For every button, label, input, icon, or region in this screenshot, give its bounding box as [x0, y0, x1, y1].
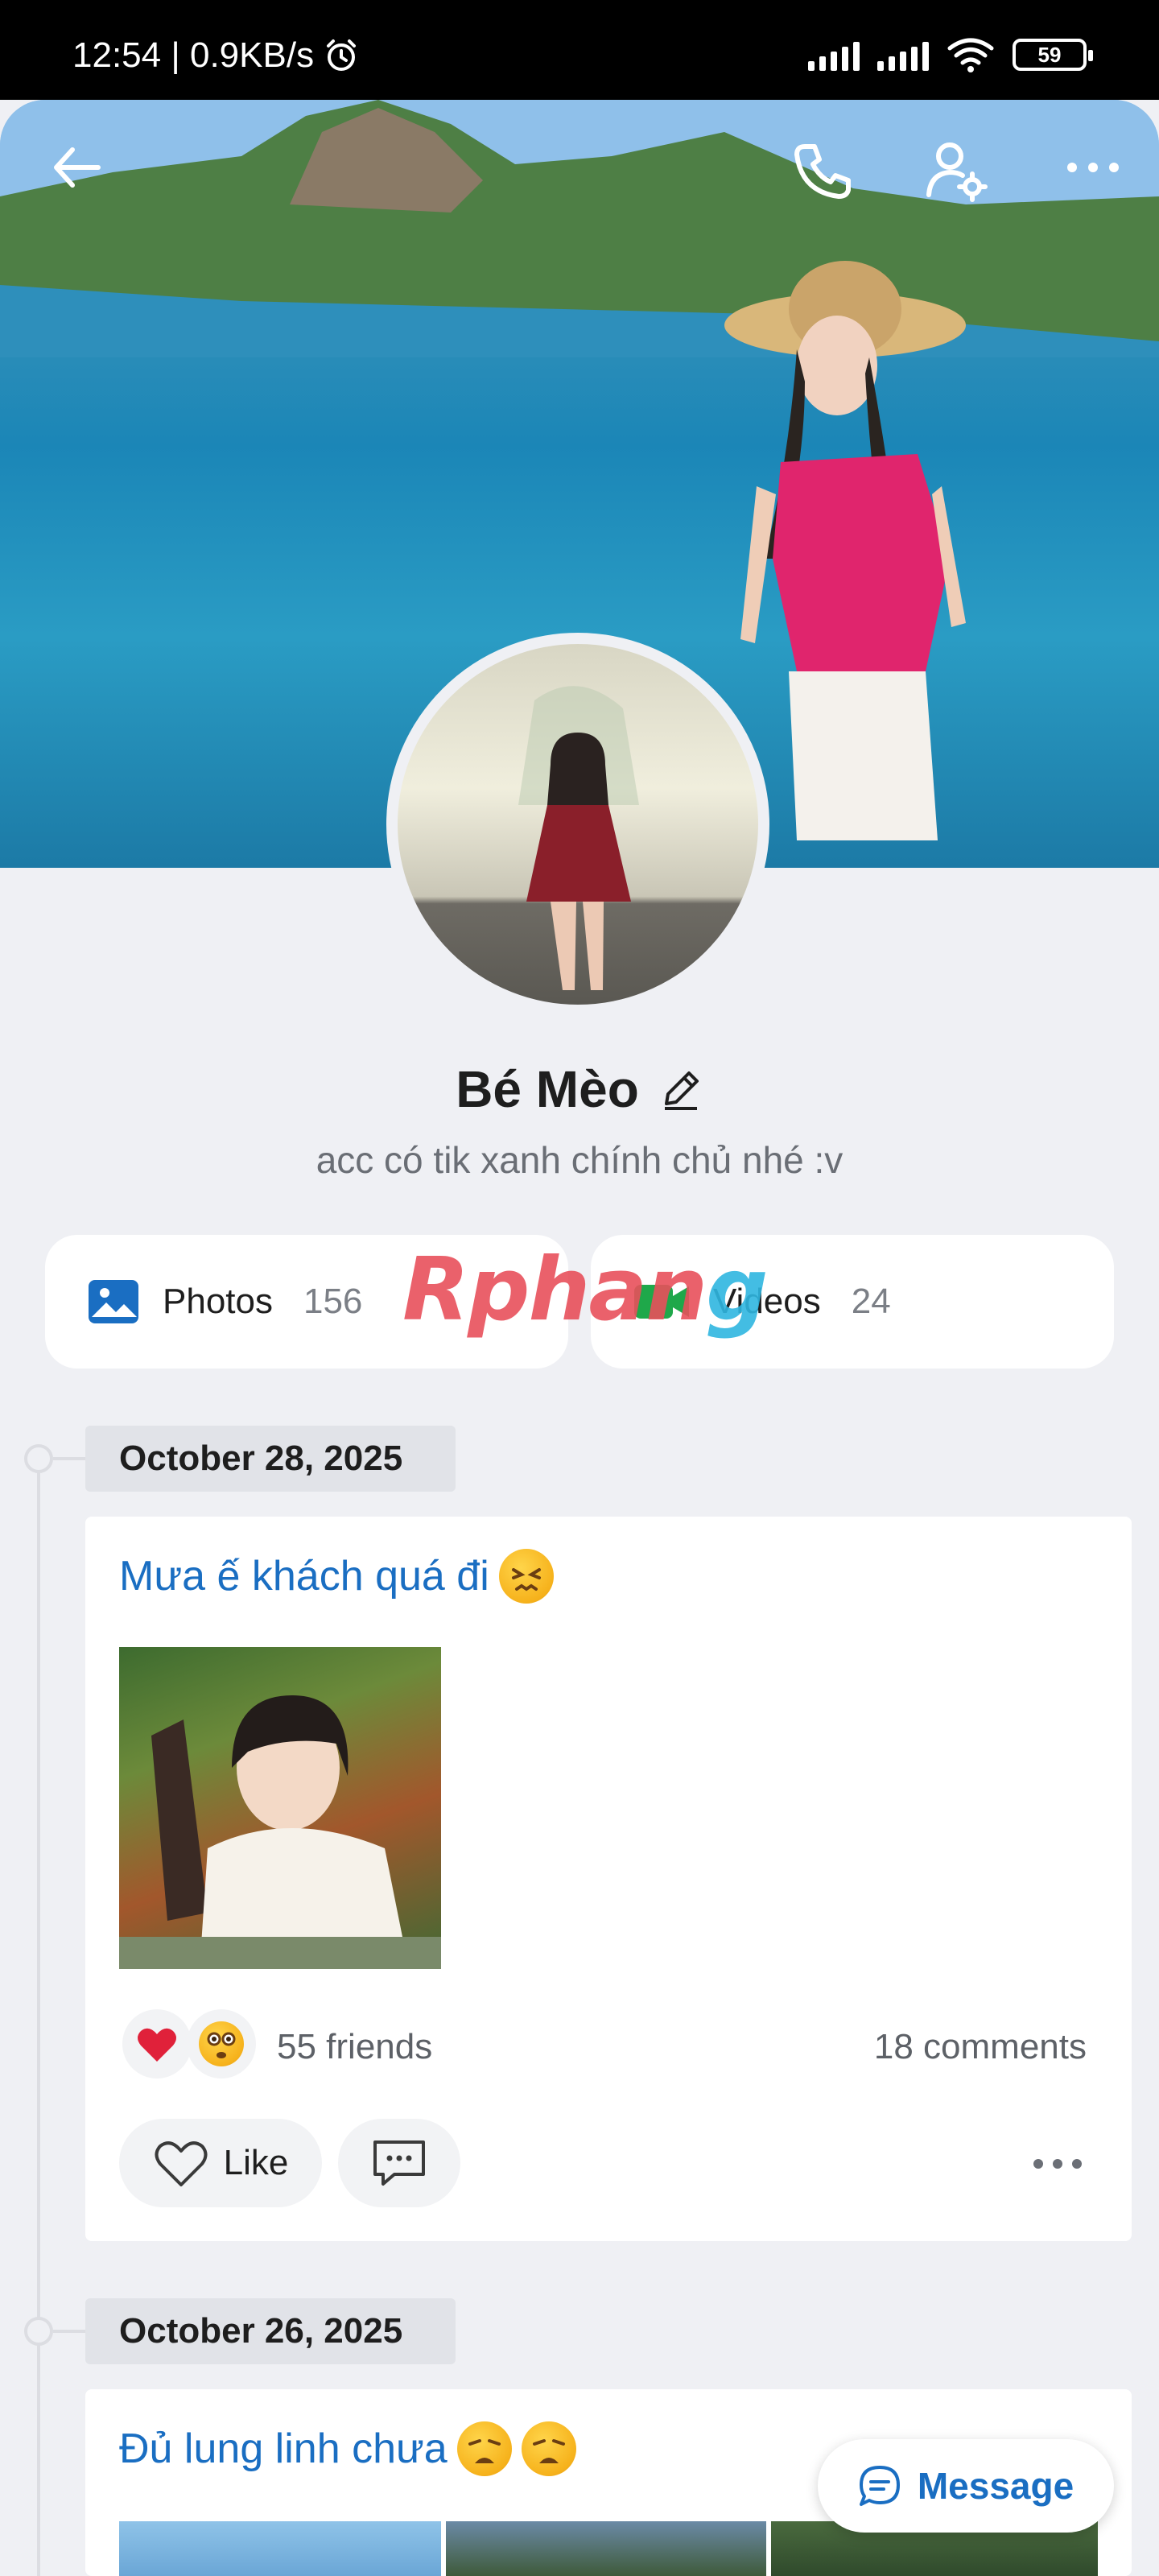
status-bar: 12:54 | 0.9KB/s 59: [0, 0, 1159, 100]
timeline-branch: [53, 1457, 85, 1460]
profile-avatar[interactable]: [386, 633, 769, 1016]
post-date-2: October 26, 2025: [85, 2298, 456, 2364]
post-photo-2a[interactable]: [119, 2521, 441, 2576]
like-button[interactable]: Like: [119, 2119, 322, 2207]
chat-bubble-icon: [859, 2466, 900, 2506]
photos-count: 156: [303, 1282, 363, 1321]
phone-call-icon[interactable]: [790, 138, 855, 203]
watermark-logo: Rphang: [402, 1240, 768, 1340]
videos-count: 24: [851, 1282, 891, 1321]
post-more-options-icon[interactable]: [1033, 2159, 1082, 2169]
tired-face-emoji: [456, 2421, 512, 2476]
profile-bio: acc có tik xanh chính chủ nhé :v: [316, 1139, 843, 1181]
flushed-face-emoji: [199, 2021, 244, 2066]
profile-settings-icon[interactable]: [924, 138, 988, 203]
post-photo-1[interactable]: [119, 1647, 441, 1969]
photos-icon: [89, 1280, 138, 1323]
message-label: Message: [917, 2465, 1074, 2507]
heart-outline-icon: [155, 2141, 208, 2186]
profile-name: Bé Mèo: [456, 1060, 639, 1118]
reactions-count[interactable]: 55 friends: [277, 2027, 432, 2067]
confounded-face-emoji: [498, 1549, 554, 1604]
post-title-text: Mưa ế khách quá đi: [119, 1553, 489, 1600]
post-title-text: Đủ lung linh chưa: [119, 2425, 448, 2472]
post-photo-2b[interactable]: [446, 2521, 766, 2576]
like-label: Like: [223, 2143, 289, 2182]
battery-icon: 59: [1013, 39, 1093, 71]
status-time: 12:54 | 0.9KB/s: [72, 35, 315, 75]
back-arrow-icon[interactable]: [48, 138, 106, 196]
wifi-icon: [947, 38, 994, 72]
signal-icon-2: [877, 39, 929, 71]
heart-reaction[interactable]: [122, 2009, 192, 2079]
timeline-line: [37, 1459, 40, 2576]
post-card-1[interactable]: Mưa ế khách quá đi 55 friends 18 comment…: [85, 1517, 1132, 2241]
wow-reaction[interactable]: [187, 2009, 256, 2079]
comment-button[interactable]: [338, 2119, 460, 2207]
comment-icon: [373, 2140, 425, 2186]
timeline-branch: [53, 2330, 85, 2333]
heart-icon: [138, 2028, 176, 2062]
battery-level: 59: [1037, 42, 1062, 67]
timeline-dot: [24, 2317, 53, 2346]
alarm-icon: [327, 39, 357, 71]
more-options-icon[interactable]: [1064, 138, 1122, 196]
post-date-1: October 28, 2025: [85, 1426, 456, 1492]
comments-count[interactable]: 18 comments: [874, 2027, 1087, 2067]
message-button[interactable]: Message: [818, 2439, 1114, 2533]
post-title-2[interactable]: Đủ lung linh chưa: [119, 2421, 576, 2476]
post-photo-person: [119, 1695, 441, 1969]
timeline-dot: [24, 1444, 53, 1473]
post-title-1[interactable]: Mưa ế khách quá đi: [119, 1549, 554, 1604]
signal-icon: [808, 39, 860, 71]
avatar-photo: [518, 686, 639, 990]
edit-name-icon[interactable]: [658, 1067, 703, 1112]
photos-label: Photos: [163, 1282, 273, 1321]
tired-face-emoji: [521, 2421, 576, 2476]
